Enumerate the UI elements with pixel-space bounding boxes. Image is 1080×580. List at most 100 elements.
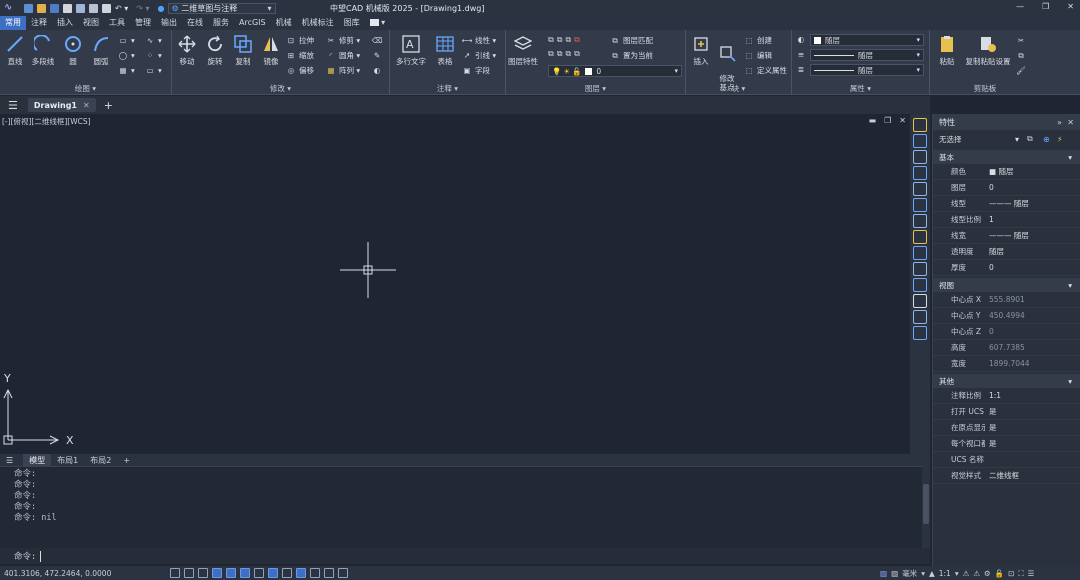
select-objects-icon[interactable]: ⊕ bbox=[1043, 135, 1050, 144]
ribbon-options-icon[interactable]: ▾ bbox=[365, 16, 391, 30]
layer-manager-icon[interactable] bbox=[913, 246, 927, 260]
pin-icon[interactable]: » bbox=[1057, 118, 1062, 127]
ucs-manager-icon[interactable] bbox=[913, 326, 927, 340]
property-value[interactable]: 0 bbox=[985, 183, 994, 192]
property-row[interactable]: 高度 607.7385 bbox=[933, 340, 1080, 356]
define-attribute-button[interactable]: ⬚ 定义属性 bbox=[744, 64, 787, 77]
property-row[interactable]: 视觉样式 二维线框 bbox=[933, 468, 1080, 484]
layer-match-button[interactable]: ⧉ 图层匹配 bbox=[610, 34, 653, 47]
copy-paste-settings-button[interactable]: 复制粘贴设置 bbox=[962, 34, 1014, 67]
view-manager-icon[interactable] bbox=[913, 262, 927, 276]
polyline-button[interactable]: 多段线 bbox=[28, 34, 58, 67]
snap-mode-icon[interactable] bbox=[184, 568, 194, 578]
layer-properties-button[interactable]: 图层特性 bbox=[508, 34, 538, 67]
property-value[interactable]: 1899.7044 bbox=[985, 359, 1030, 368]
selection-dropdown-label[interactable]: 无选择 bbox=[939, 134, 962, 145]
edit-block-button[interactable]: ⬚ 编辑 bbox=[744, 49, 772, 62]
property-row[interactable]: 线型 ——— 随层 bbox=[933, 196, 1080, 212]
ribbon-tab-11[interactable]: 机械标注 bbox=[297, 16, 339, 30]
explode-button[interactable]: ✎ bbox=[372, 49, 385, 62]
export-icon[interactable] bbox=[76, 3, 85, 13]
leader-button[interactable]: ↗ 引线 ▾ bbox=[462, 49, 496, 62]
selection-cycling-icon[interactable] bbox=[324, 568, 334, 578]
layer-delete-icon[interactable]: ⧉ bbox=[565, 49, 571, 59]
property-value[interactable]: 二维线框 bbox=[985, 470, 1019, 481]
property-section-header[interactable]: 其他 ▾ bbox=[933, 374, 1080, 388]
auto-scale-icon[interactable]: ⚠ bbox=[973, 569, 980, 578]
circle-button[interactable]: 圆 bbox=[58, 34, 88, 67]
layout-tab-1[interactable]: 布局1 bbox=[51, 453, 84, 467]
maximize-icon[interactable]: ❐ bbox=[1042, 2, 1049, 11]
external-ref-icon[interactable] bbox=[913, 214, 927, 228]
layout-tab-3[interactable]: + bbox=[117, 453, 136, 467]
mtext-button[interactable]: A 多行文字 bbox=[396, 34, 426, 67]
property-value[interactable]: 1:1 bbox=[985, 391, 1001, 400]
quick-select-icon[interactable]: ⚡ bbox=[1057, 135, 1063, 144]
match-button[interactable]: 🖌 bbox=[1016, 64, 1029, 77]
layer-walk-icon[interactable]: ⧉ bbox=[548, 49, 554, 59]
property-row[interactable]: 注释比例 1:1 bbox=[933, 388, 1080, 404]
ribbon-tab-7[interactable]: 在线 bbox=[182, 16, 208, 30]
command-line[interactable]: 命令: bbox=[0, 548, 930, 564]
tool-palette-icon[interactable] bbox=[913, 150, 927, 164]
measure-icon[interactable] bbox=[913, 310, 927, 324]
property-row[interactable]: 图层 0 bbox=[933, 180, 1080, 196]
property-value[interactable]: 是 bbox=[985, 438, 997, 449]
command-scrollbar[interactable] bbox=[922, 466, 930, 548]
document-tab[interactable]: Drawing1 ✕ bbox=[27, 98, 96, 112]
ribbon-tab-3[interactable]: 视图 bbox=[78, 16, 104, 30]
property-row[interactable]: 宽度 1899.7044 bbox=[933, 356, 1080, 372]
ortho-mode-icon[interactable] bbox=[198, 568, 208, 578]
cut-button[interactable]: ✂ bbox=[1016, 34, 1029, 47]
property-row[interactable]: 厚度 0 bbox=[933, 260, 1080, 276]
grid-display-icon[interactable] bbox=[170, 568, 180, 578]
layer-merge-icon[interactable]: ⧉ bbox=[557, 49, 563, 59]
array-button[interactable]: ▦ 阵列 ▾ bbox=[326, 64, 360, 77]
minimize-icon[interactable]: — bbox=[1016, 2, 1024, 11]
property-value[interactable]: 1 bbox=[985, 215, 994, 224]
transparency-icon[interactable] bbox=[296, 568, 306, 578]
close-panel-icon[interactable]: ✕ bbox=[1067, 118, 1074, 127]
add-tab-icon[interactable]: + bbox=[104, 99, 113, 112]
ribbon-tab-10[interactable]: 机械 bbox=[271, 16, 297, 30]
table-button[interactable]: 表格 bbox=[430, 34, 460, 67]
property-row[interactable]: 线宽 ——— 随层 bbox=[933, 228, 1080, 244]
trim-button[interactable]: ✂ 修剪 ▾ bbox=[326, 34, 360, 47]
line-button[interactable]: 直线 bbox=[0, 34, 30, 67]
save-icon[interactable] bbox=[50, 3, 59, 13]
command-input-caret[interactable] bbox=[40, 550, 42, 562]
offset-button[interactable]: ◎ 偏移 bbox=[286, 64, 314, 77]
viewport-controls-label[interactable]: [-][俯视][二维线框][WCS] bbox=[2, 116, 91, 127]
property-row[interactable]: 打开 UCS ...是 bbox=[933, 404, 1080, 420]
polar-tracking-icon[interactable] bbox=[212, 568, 222, 578]
join-button[interactable]: ◐ bbox=[372, 64, 385, 77]
ribbon-tab-4[interactable]: 工具 bbox=[104, 16, 130, 30]
workspace-switch-icon[interactable]: ⚙ bbox=[984, 569, 991, 578]
property-section-header[interactable]: 基本 ▾ bbox=[933, 150, 1080, 164]
plot-preview-icon[interactable] bbox=[89, 3, 98, 13]
calculator-icon[interactable] bbox=[913, 198, 927, 212]
layer-isolate-icon[interactable]: ⧉ bbox=[557, 35, 563, 45]
toggle-pickadd-icon[interactable]: ⧉ bbox=[1027, 134, 1033, 144]
ribbon-tab-5[interactable]: 管理 bbox=[130, 16, 156, 30]
rectangle-button[interactable]: ▭ ▾ bbox=[118, 34, 134, 47]
layout-tab-2[interactable]: 布局2 bbox=[84, 453, 117, 467]
scrollbar-thumb[interactable] bbox=[923, 484, 929, 524]
spline-button[interactable]: ∿ ▾ bbox=[145, 34, 162, 47]
point-button[interactable]: ⁘ ▾ bbox=[145, 49, 162, 62]
property-value[interactable]: 607.7385 bbox=[985, 343, 1025, 352]
ribbon-tab-1[interactable]: 注释 bbox=[26, 16, 52, 30]
property-row[interactable]: 线型比例 1 bbox=[933, 212, 1080, 228]
properties-palette-icon[interactable] bbox=[913, 118, 927, 132]
close-viewport-icon[interactable]: ✕ bbox=[899, 116, 906, 125]
property-row[interactable]: 中心点 X 555.8901 bbox=[933, 292, 1080, 308]
region-button[interactable]: ▭ ▾ bbox=[145, 64, 161, 77]
linear-dim-button[interactable]: ⟷ 线性 ▾ bbox=[462, 34, 497, 47]
copy-clip-button[interactable]: ⧉ bbox=[1016, 49, 1029, 62]
object-snap-icon[interactable] bbox=[226, 568, 236, 578]
lock-ui-icon[interactable]: 🔓 bbox=[995, 569, 1004, 578]
navigation-icon[interactable] bbox=[913, 278, 927, 292]
create-block-button[interactable]: ⬚ 创建 bbox=[744, 34, 772, 47]
lineweight-select[interactable]: 随层 ▾ bbox=[810, 64, 924, 76]
property-row[interactable]: 颜色 ■ 随层 bbox=[933, 164, 1080, 180]
